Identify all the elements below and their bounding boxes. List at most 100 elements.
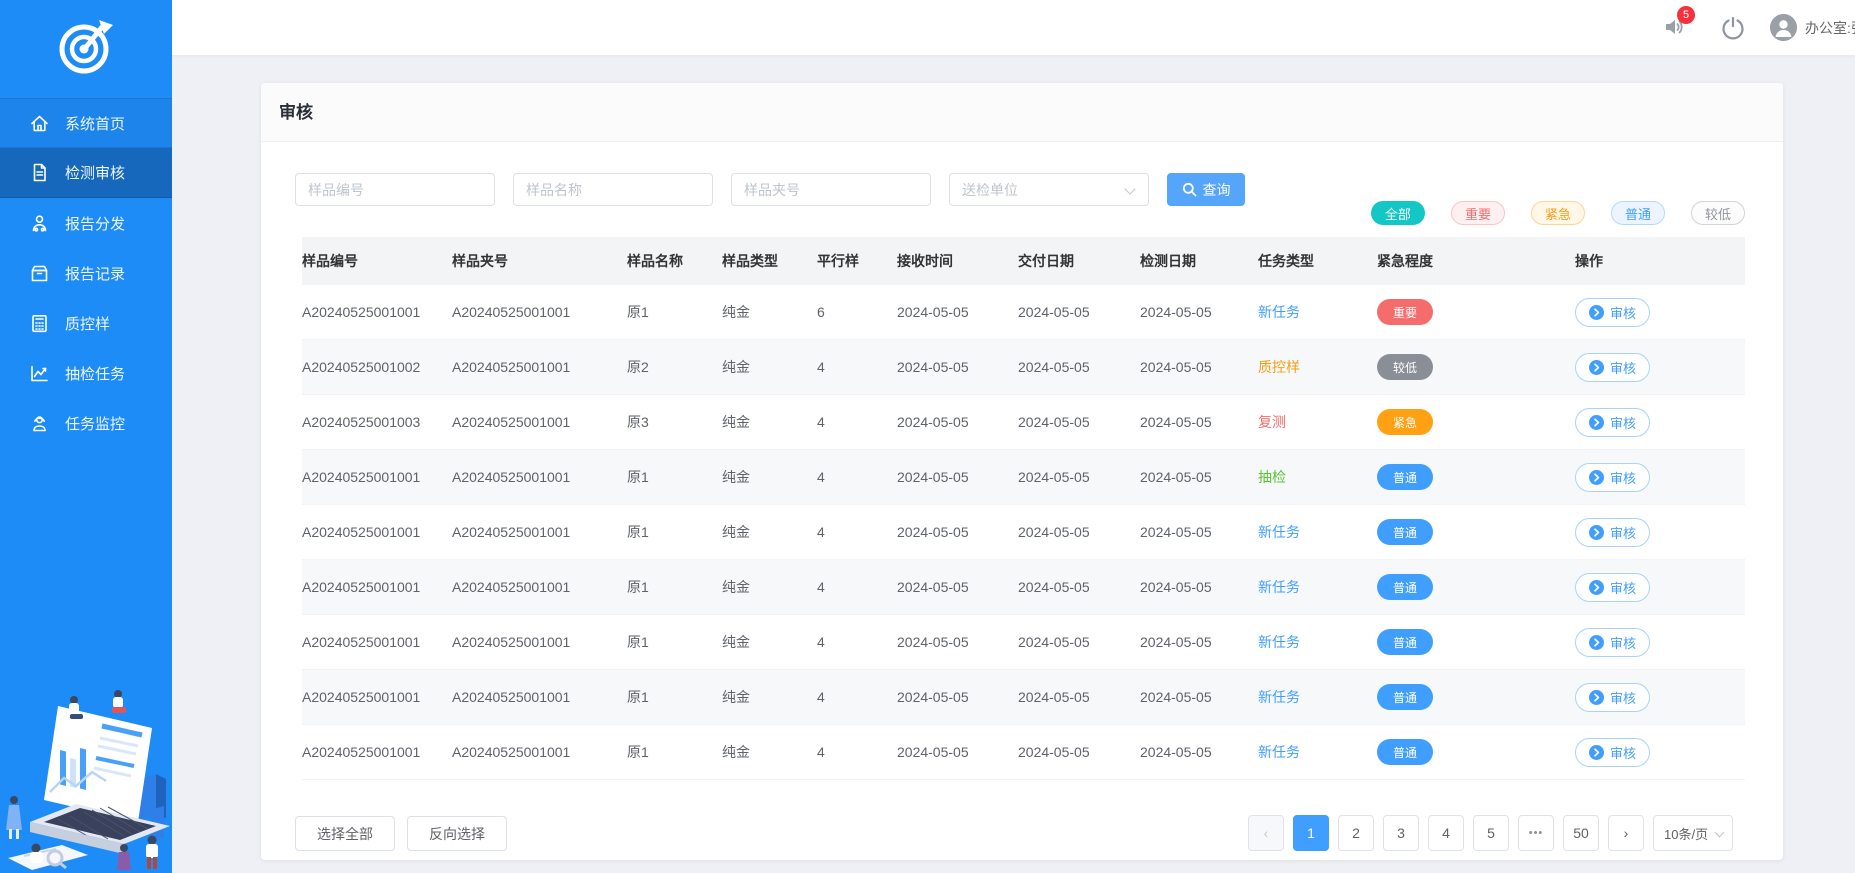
sample-no-input[interactable] [295,173,495,206]
cell-folder-no: A20240525001001 [452,469,627,485]
cell-test-date: 2024-05-05 [1140,524,1258,540]
sample-name-input[interactable] [513,173,713,206]
calculator-icon [29,313,50,334]
notifications-button[interactable]: 5 [1662,15,1688,41]
cell-sample-name: 原1 [627,577,722,597]
cell-folder-no: A20240525001001 [452,414,627,430]
user-label: 办公室:张 [1805,18,1855,38]
page-button[interactable]: 50 [1563,815,1599,851]
audit-button[interactable]: 审核 [1575,353,1650,382]
audit-button[interactable]: 审核 [1575,408,1650,437]
sidebar-item-label: 报告记录 [65,263,125,284]
cell-received-date: 2024-05-05 [897,634,1018,650]
cell-sample-name: 原1 [627,467,722,487]
priority-filter-badge[interactable]: 紧急 [1531,201,1585,225]
task-type-label: 新任务 [1258,304,1300,320]
monitor-user-icon [29,413,50,434]
sidebar-item-label: 任务监控 [65,413,125,434]
sidebar-item[interactable]: 抽检任务 [0,348,172,398]
cell-sample-no: A20240525001001 [302,634,452,650]
pagination: ‹ 12345•••50 › 10条/页 [1248,815,1733,851]
chevron-down-icon [1715,828,1725,838]
cell-delivery-date: 2024-05-05 [1018,744,1140,760]
cell-sample-name: 原1 [627,522,722,542]
priority-badge: 普通 [1377,684,1433,710]
column-header: 样品夹号 [452,251,627,271]
user-menu[interactable]: 办公室:张 [1770,14,1855,41]
cell-sample-type: 纯金 [722,357,817,377]
cell-folder-no: A20240525001001 [452,689,627,705]
cell-sample-no: A20240525001001 [302,304,452,320]
invert-selection-button[interactable]: 反向选择 [407,816,507,851]
select-placeholder: 送检单位 [962,180,1018,200]
sidebar-item[interactable]: 检测审核 [0,148,172,198]
cell-sample-no: A20240525001001 [302,689,452,705]
cell-sample-name: 原1 [627,687,722,707]
sidebar-item[interactable]: 质控样 [0,298,172,348]
audit-button-label: 审核 [1610,413,1636,432]
page-button[interactable]: 1 [1293,815,1329,851]
cell-received-date: 2024-05-05 [897,304,1018,320]
table-row: A20240525001001 A20240525001001 原1 纯金 4 … [302,560,1745,615]
audit-button-label: 审核 [1610,468,1636,487]
column-header: 操作 [1575,251,1745,271]
page-button[interactable]: 4 [1428,815,1464,851]
select-all-button[interactable]: 选择全部 [295,816,395,851]
cell-parallel: 4 [817,689,897,705]
priority-filter-badge[interactable]: 重要 [1451,201,1505,225]
sidebar-item[interactable]: 报告分发 [0,198,172,248]
cell-delivery-date: 2024-05-05 [1018,634,1140,650]
search-bar: 送检单位 查询 [295,173,1245,206]
audit-button[interactable]: 审核 [1575,463,1650,492]
cell-test-date: 2024-05-05 [1140,689,1258,705]
page-button[interactable]: ••• [1518,815,1554,851]
page-button[interactable]: 3 [1383,815,1419,851]
user-share-icon [29,213,50,234]
cell-sample-name: 原1 [627,632,722,652]
task-type-label: 复测 [1258,414,1286,430]
audit-button[interactable]: 审核 [1575,683,1650,712]
audit-button-label: 审核 [1610,303,1636,322]
cell-sample-type: 纯金 [722,302,817,322]
prev-page-button[interactable]: ‹ [1248,815,1284,851]
cell-delivery-date: 2024-05-05 [1018,579,1140,595]
cell-delivery-date: 2024-05-05 [1018,359,1140,375]
priority-filters: 全部 重要 紧急 普通 较低 [1371,201,1745,225]
task-type-label: 新任务 [1258,524,1300,540]
priority-badge: 普通 [1377,574,1433,600]
audit-button[interactable]: 审核 [1575,628,1650,657]
page-size-select[interactable]: 10条/页 [1653,815,1733,851]
audit-button[interactable]: 审核 [1575,573,1650,602]
cell-sample-type: 纯金 [722,522,817,542]
sending-unit-select[interactable]: 送检单位 [949,173,1149,206]
audit-button[interactable]: 审核 [1575,518,1650,547]
cell-test-date: 2024-05-05 [1140,469,1258,485]
avatar [1770,14,1797,41]
sample-folder-input[interactable] [731,173,931,206]
page-button[interactable]: 5 [1473,815,1509,851]
next-page-button[interactable]: › [1608,815,1644,851]
archive-icon [29,263,50,284]
column-header: 任务类型 [1258,251,1377,271]
page-button[interactable]: 2 [1338,815,1374,851]
priority-filter-badge[interactable]: 全部 [1371,201,1425,225]
cell-parallel: 4 [817,579,897,595]
audit-button[interactable]: 审核 [1575,298,1650,327]
audit-button[interactable]: 审核 [1575,738,1650,767]
cell-delivery-date: 2024-05-05 [1018,524,1140,540]
table-row: A20240525001001 A20240525001001 原1 纯金 4 … [302,670,1745,725]
logout-button[interactable] [1720,15,1746,41]
table-row: A20240525001001 A20240525001001 原1 纯金 4 … [302,615,1745,670]
sidebar-item[interactable]: 系统首页 [0,98,172,148]
cell-sample-name: 原1 [627,742,722,762]
priority-badge: 普通 [1377,464,1433,490]
cell-parallel: 4 [817,634,897,650]
cell-test-date: 2024-05-05 [1140,579,1258,595]
sidebar-item[interactable]: 任务监控 [0,398,172,448]
priority-filter-badge[interactable]: 普通 [1611,201,1665,225]
sidebar-item[interactable]: 报告记录 [0,248,172,298]
query-button[interactable]: 查询 [1167,173,1245,206]
priority-filter-badge[interactable]: 较低 [1691,201,1745,225]
document-icon [29,162,50,183]
audit-button-label: 审核 [1610,523,1636,542]
